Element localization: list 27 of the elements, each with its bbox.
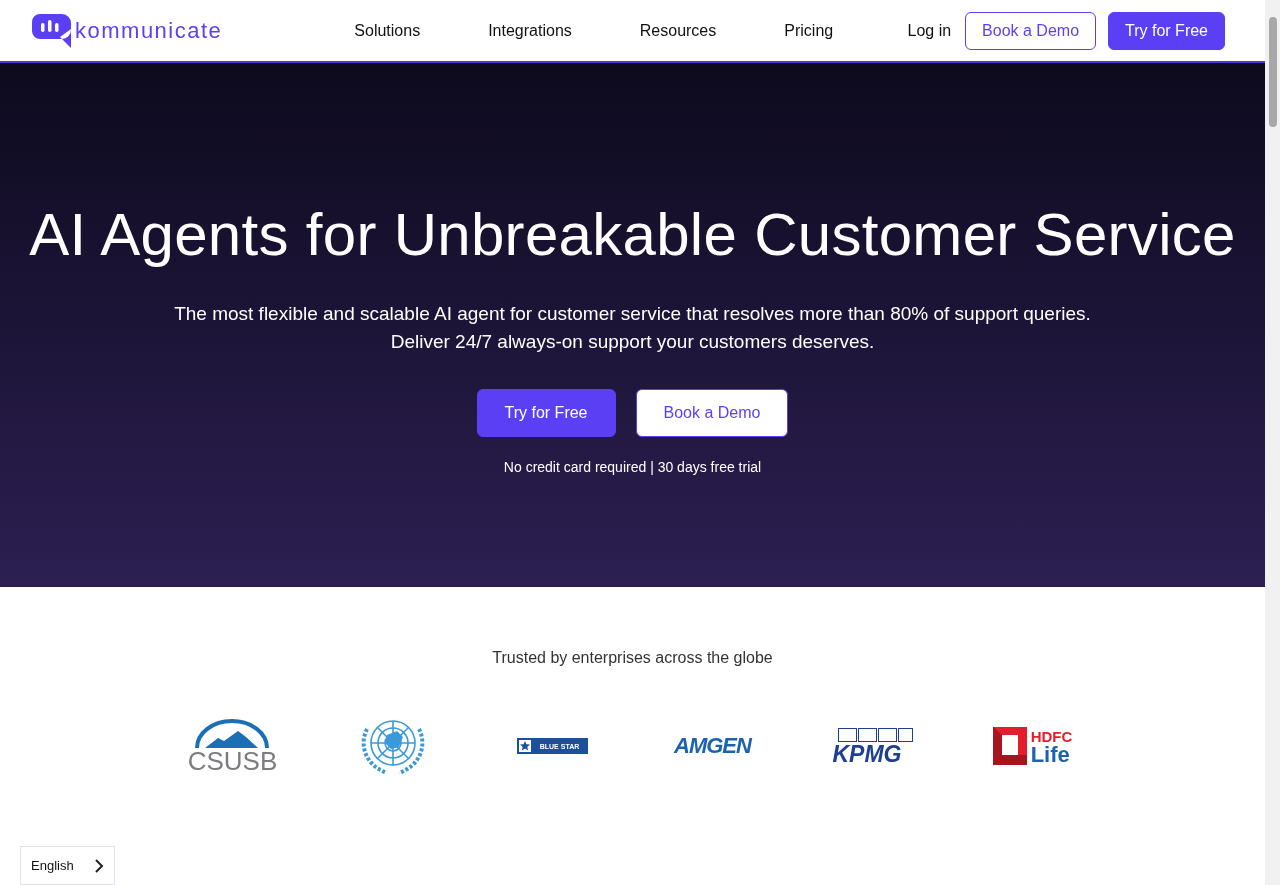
- try-for-free-button[interactable]: Try for Free: [476, 389, 616, 437]
- book-demo-button[interactable]: Book a Demo: [635, 389, 789, 437]
- book-demo-button[interactable]: Book a Demo: [965, 11, 1097, 50]
- logo-text: CSUSB: [187, 749, 278, 773]
- nav-link[interactable]: Resources: [639, 21, 717, 40]
- scrollbar[interactable]: [1265, 0, 1280, 885]
- chat-bubble-icon: [32, 12, 72, 49]
- try-for-free-button[interactable]: Try for Free: [1108, 11, 1225, 50]
- chevron-right-icon: [94, 858, 104, 873]
- logo-text: AMGEN: [674, 733, 751, 759]
- hero-subtitle: The most flexible and scalable AI agent for customer service that resolves more than 80% of support queries.: [174, 302, 1091, 326]
- language-selector[interactable]: English: [20, 846, 115, 885]
- logo-text: Life: [1030, 746, 1071, 764]
- nav-link[interactable]: Pricing: [784, 21, 834, 40]
- nav-link[interactable]: Solutions: [354, 21, 421, 40]
- trial-note: No credit card required | 30 days free trial: [503, 459, 762, 475]
- logo-text: KPMG: [832, 742, 902, 765]
- nav-link[interactable]: Integrations: [488, 21, 572, 40]
- mountain-arch-icon: [194, 719, 271, 749]
- logo-text[interactable]: kommunicate: [75, 17, 223, 44]
- hero-subtitle: Deliver 24/7 always-on support your customers deserves.: [390, 330, 875, 354]
- square-frame-icon: [992, 727, 1027, 765]
- scrollbar-thumb[interactable]: [1268, 17, 1277, 127]
- logo-text: HDFC: [1030, 728, 1073, 746]
- login-link[interactable]: Log in: [907, 21, 952, 40]
- hero-title: AI Agents for Unbreakable Customer Service: [29, 200, 1236, 270]
- section-heading: Trusted by enterprises across the globe: [492, 649, 773, 667]
